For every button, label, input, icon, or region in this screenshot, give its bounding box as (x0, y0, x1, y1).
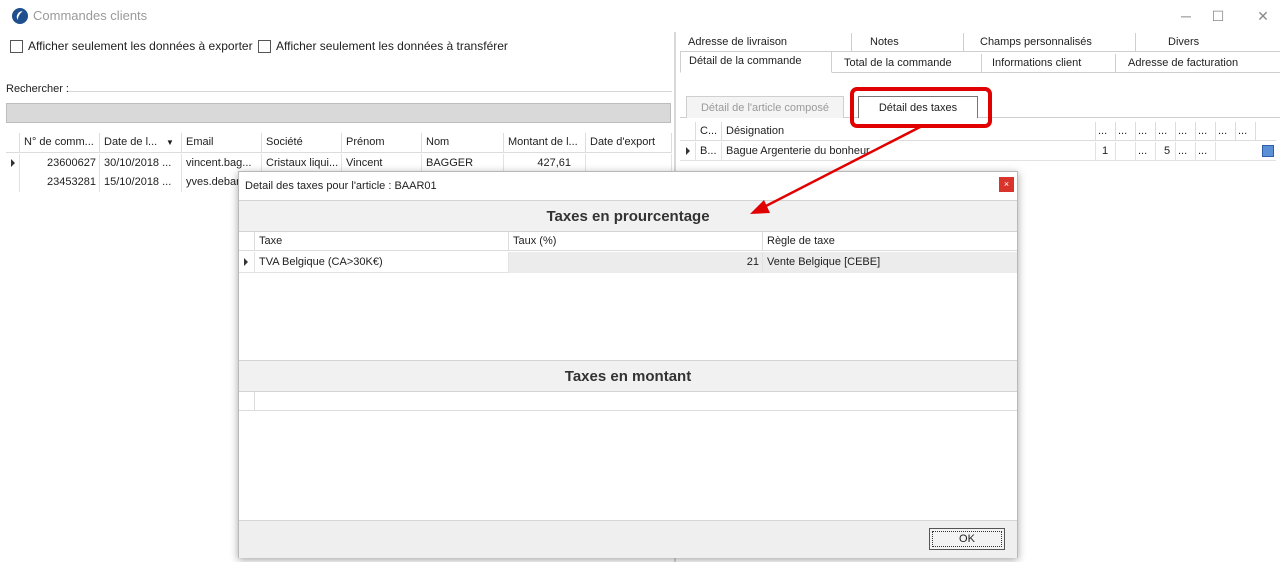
arrow-head (750, 200, 770, 214)
arrow-annotation (750, 124, 923, 214)
arrow-line (761, 124, 923, 210)
